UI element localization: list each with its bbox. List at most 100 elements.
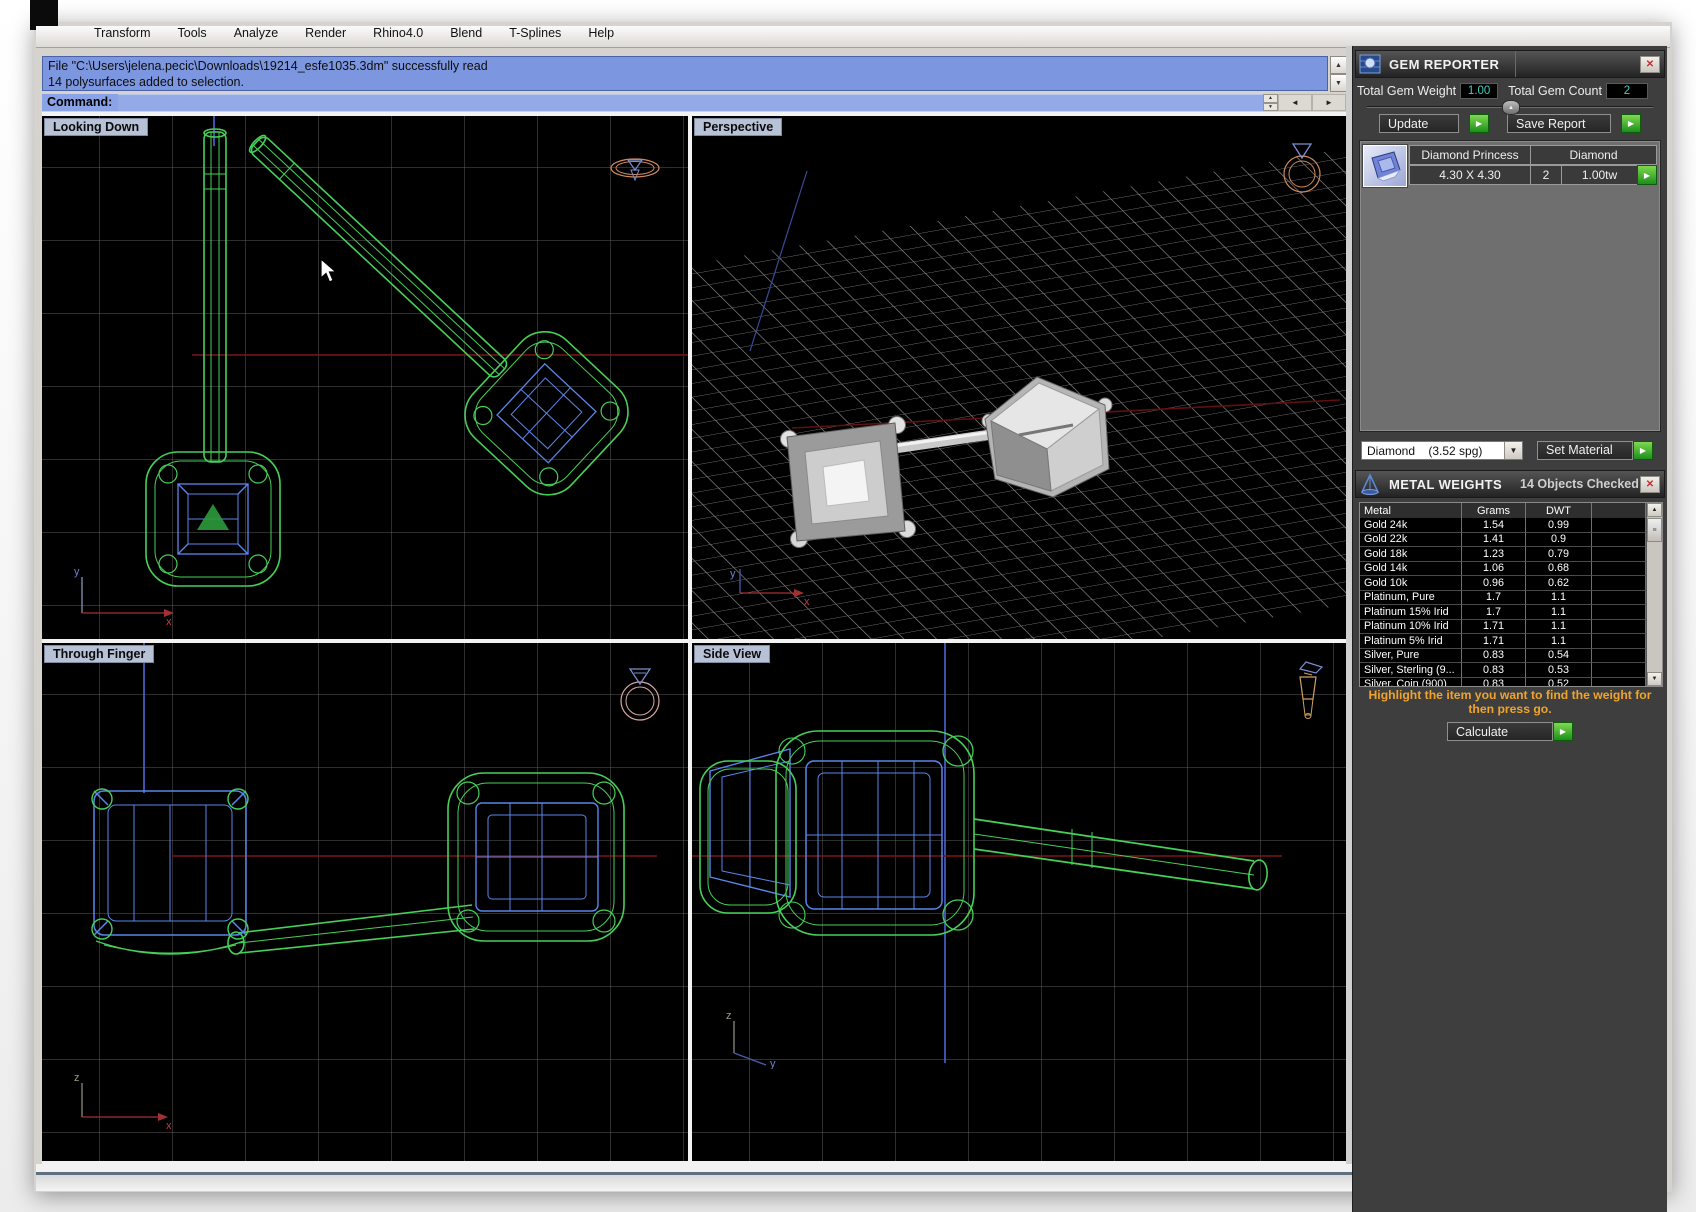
gem-row-table: Diamond Princess Diamond 4.30 X 4.30 2 1… bbox=[1410, 145, 1657, 187]
material-name: Diamond bbox=[1367, 444, 1415, 458]
perspective-model bbox=[692, 116, 1352, 639]
menu-rhino[interactable]: Rhino4.0 bbox=[373, 26, 423, 45]
viewport-grid: Looking Down y x bbox=[42, 112, 1352, 1164]
metal-row[interactable]: Platinum 5% Irid 1.71 1.1 bbox=[1360, 634, 1662, 649]
gem-count-cell: 2 bbox=[1530, 165, 1562, 185]
viewport-label[interactable]: Looking Down bbox=[44, 118, 148, 136]
command-history[interactable]: File "C:\Users\jelena.pecic\Downloads\19… bbox=[42, 56, 1328, 91]
viewport-side-view[interactable]: Side View z y bbox=[692, 643, 1352, 1161]
set-material-button[interactable]: Set Material bbox=[1537, 441, 1633, 460]
material-spg: (3.52 spg) bbox=[1428, 444, 1482, 458]
menu-transform[interactable]: Transform bbox=[94, 26, 151, 45]
ring-front-view-icon bbox=[610, 659, 670, 725]
update-go-icon[interactable]: ▶ bbox=[1469, 114, 1489, 133]
metal-row[interactable]: Platinum, Pure 1.7 1.1 bbox=[1360, 591, 1662, 606]
metal-row[interactable]: Gold 18k 1.23 0.79 bbox=[1360, 547, 1662, 562]
menu-render[interactable]: Render bbox=[305, 26, 346, 45]
metal-row[interactable]: Gold 14k 1.06 0.68 bbox=[1360, 562, 1662, 577]
scroll-right-button[interactable]: ► bbox=[1312, 94, 1346, 111]
gem-reporter-icon bbox=[1359, 54, 1381, 74]
material-dropdown[interactable]: Diamond (3.52 spg) ▼ bbox=[1361, 441, 1523, 460]
window-bottom-frame bbox=[36, 1164, 1352, 1172]
metal-weights-title: METAL WEIGHTS bbox=[1389, 477, 1502, 492]
save-report-go-icon[interactable]: ▶ bbox=[1621, 114, 1641, 133]
total-gem-count-label: Total Gem Count bbox=[1508, 84, 1602, 98]
history-line: File "C:\Users\jelena.pecic\Downloads\19… bbox=[48, 58, 1322, 74]
axis-indicator: y x bbox=[724, 563, 814, 607]
looking-down-model bbox=[42, 116, 688, 639]
scroll-up-icon[interactable]: ▲ bbox=[1330, 56, 1347, 74]
gem-reporter-header: GEM REPORTER ✕ bbox=[1355, 50, 1665, 78]
princess-gem-icon bbox=[1364, 146, 1406, 186]
metal-row[interactable]: Silver, Coin (900) 0.83 0.52 bbox=[1360, 678, 1662, 688]
command-area: File "C:\Users\jelena.pecic\Downloads\19… bbox=[42, 56, 1346, 110]
viewport-looking-down[interactable]: Looking Down y x bbox=[42, 116, 688, 639]
command-input[interactable] bbox=[118, 94, 1263, 111]
close-icon[interactable]: ✕ bbox=[1640, 56, 1660, 73]
calculate-row: Calculate ▶ bbox=[1353, 722, 1667, 741]
metal-row[interactable]: Gold 24k 1.54 0.99 bbox=[1360, 518, 1662, 533]
svg-text:y: y bbox=[74, 566, 80, 578]
gem-material-cell: Diamond bbox=[1530, 145, 1657, 165]
menu-blend[interactable]: Blend bbox=[450, 26, 482, 45]
spin-up-icon[interactable]: ▲ bbox=[1263, 94, 1278, 103]
scrollbar-thumb[interactable]: ≡ bbox=[1647, 518, 1662, 542]
gem-cut-cell: Diamond Princess bbox=[1409, 145, 1531, 165]
spin-down-icon[interactable]: ▼ bbox=[1263, 103, 1278, 112]
screenshot-root: Transform Tools Analyze Render Rhino4.0 … bbox=[0, 0, 1696, 1212]
header-divider bbox=[1515, 51, 1516, 77]
svg-text:x: x bbox=[166, 1120, 172, 1131]
metal-row[interactable]: Silver, Pure 0.83 0.54 bbox=[1360, 649, 1662, 664]
gem-thumbnail bbox=[1363, 145, 1407, 187]
gem-go-icon[interactable]: ▶ bbox=[1637, 165, 1657, 185]
table-scrollbar[interactable]: ▲ ≡ ▼ bbox=[1646, 503, 1662, 686]
axis-indicator: y x bbox=[68, 563, 178, 627]
menu-analyze[interactable]: Analyze bbox=[234, 26, 278, 45]
mouse-cursor bbox=[320, 258, 342, 284]
calculate-go-icon[interactable]: ▶ bbox=[1553, 722, 1573, 741]
command-prompt-label: Command: bbox=[42, 94, 118, 111]
total-gem-count-value: 2 bbox=[1606, 83, 1648, 99]
menu-tsplines[interactable]: T-Splines bbox=[509, 26, 561, 45]
col-extra bbox=[1592, 503, 1646, 518]
scroll-down-icon[interactable]: ▼ bbox=[1330, 74, 1347, 92]
scroll-up-icon[interactable]: ▲ bbox=[1647, 503, 1662, 517]
total-gem-weight-label: Total Gem Weight bbox=[1357, 84, 1456, 98]
objects-checked-status: 14 Objects Checked bbox=[1520, 477, 1639, 491]
stud-side-view-icon bbox=[1286, 657, 1330, 723]
update-button[interactable]: Update bbox=[1379, 114, 1459, 133]
collapse-button[interactable]: ▲ bbox=[1502, 100, 1520, 115]
viewport-through-finger[interactable]: Through Finger z x bbox=[42, 643, 688, 1161]
viewport-label[interactable]: Perspective bbox=[694, 118, 782, 136]
table-header-row: Metal Grams DWT bbox=[1360, 503, 1662, 518]
metal-row[interactable]: Gold 10k 0.96 0.62 bbox=[1360, 576, 1662, 591]
viewport-label[interactable]: Side View bbox=[694, 645, 770, 663]
total-gem-weight-value: 1.00 bbox=[1460, 83, 1498, 99]
metal-row[interactable]: Gold 22k 1.41 0.9 bbox=[1360, 533, 1662, 548]
command-spinner[interactable]: ▲ ▼ bbox=[1263, 94, 1278, 111]
history-line: 14 polysurfaces added to selection. bbox=[48, 74, 1322, 90]
metal-row[interactable]: Silver, Sterling (9... 0.83 0.53 bbox=[1360, 663, 1662, 678]
viewport-label[interactable]: Through Finger bbox=[44, 645, 154, 663]
menu-help[interactable]: Help bbox=[588, 26, 614, 45]
dropdown-arrow-icon[interactable]: ▼ bbox=[1504, 442, 1522, 459]
scroll-left-button[interactable]: ◄ bbox=[1278, 94, 1312, 111]
right-panel: GEM REPORTER ✕ Total Gem Weight 1.00 Tot… bbox=[1352, 46, 1667, 1212]
save-report-button[interactable]: Save Report bbox=[1507, 114, 1611, 133]
metal-row[interactable]: Platinum 10% Irid 1.71 1.1 bbox=[1360, 620, 1662, 635]
calculate-button[interactable]: Calculate bbox=[1447, 722, 1553, 741]
menu-tools[interactable]: Tools bbox=[178, 26, 207, 45]
svg-text:y: y bbox=[770, 1058, 776, 1069]
metal-row[interactable]: Platinum 15% Irid 1.7 1.1 bbox=[1360, 605, 1662, 620]
gem-list: Diamond Princess Diamond 4.30 X 4.30 2 1… bbox=[1359, 140, 1661, 432]
menu-bar: Transform Tools Analyze Render Rhino4.0 … bbox=[36, 26, 1670, 48]
gem-weight-cell: 1.00tw bbox=[1561, 165, 1638, 185]
gem-row[interactable]: Diamond Princess Diamond 4.30 X 4.30 2 1… bbox=[1363, 145, 1657, 187]
close-icon[interactable]: ✕ bbox=[1640, 476, 1660, 493]
viewport-perspective[interactable]: Perspective y x bbox=[692, 116, 1352, 639]
gem-reporter-buttons: Update ▶ Save Report ▶ bbox=[1353, 114, 1667, 134]
scroll-down-icon[interactable]: ▼ bbox=[1647, 672, 1662, 686]
set-material-go-icon[interactable]: ▶ bbox=[1633, 441, 1653, 460]
material-row: Diamond (3.52 spg) ▼ Set Material ▶ bbox=[1361, 440, 1663, 460]
svg-text:y: y bbox=[730, 568, 736, 580]
